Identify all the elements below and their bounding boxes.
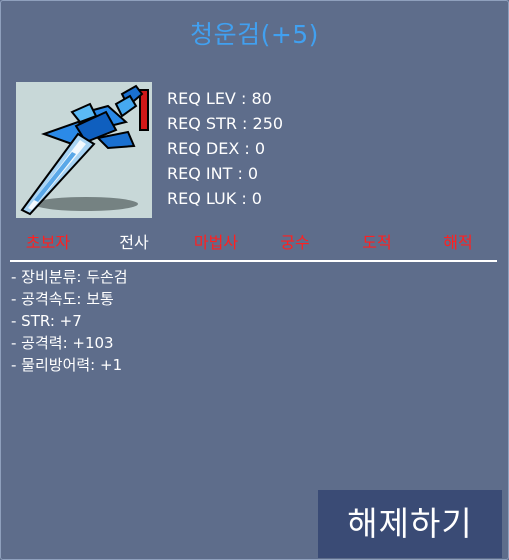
blue-sword-icon: [20, 84, 149, 216]
stat-str: - STR: +7: [11, 312, 82, 330]
job-thief: 도적: [362, 233, 392, 252]
job-archer: 궁수: [280, 233, 310, 252]
req-dex: REQ DEX : 0: [167, 139, 266, 158]
req-str: REQ STR : 250: [167, 114, 284, 133]
job-restrictions: 초보자 전사 마법사 궁수 도적 해적: [1, 231, 508, 255]
job-pirate: 해적: [443, 233, 473, 252]
req-level: REQ LEV : 80: [167, 89, 272, 108]
item-image-frame: [16, 82, 152, 218]
requirements-list: REQ LEV : 80 REQ STR : 250 REQ DEX : 0 R…: [167, 86, 283, 211]
stat-attack-speed: - 공격속도: 보통: [11, 290, 114, 308]
job-beginner: 초보자: [25, 233, 71, 252]
stat-category: - 장비분류: 두손검: [11, 268, 128, 286]
item-name: 청운검(+5): [190, 20, 319, 49]
job-warrior: 전사: [119, 233, 149, 252]
unequip-button[interactable]: 해제하기: [318, 490, 502, 558]
stat-attack: - 공격력: +103: [11, 334, 114, 352]
item-stats: - 장비분류: 두손검 - 공격속도: 보통 - STR: +7 - 공격력: …: [11, 266, 128, 376]
item-tooltip: 청운검(+5) REQ LEV : 80 REQ STR : 250 REQ D…: [0, 0, 509, 560]
req-int: REQ INT : 0: [167, 164, 259, 183]
job-magician: 마법사: [193, 233, 239, 252]
divider: [10, 260, 497, 262]
stat-defense: - 물리방어력: +1: [11, 356, 123, 374]
req-luk: REQ LUK : 0: [167, 189, 262, 208]
